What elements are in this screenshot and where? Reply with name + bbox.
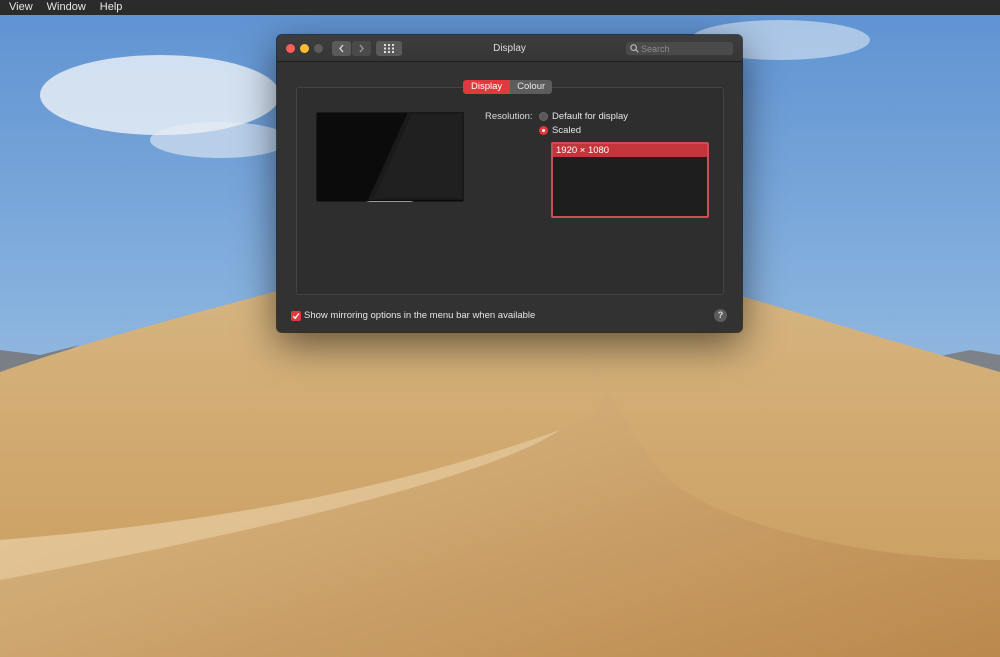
menu-help[interactable]: Help <box>93 0 130 15</box>
search-icon <box>630 44 639 53</box>
menu-window[interactable]: Window <box>40 0 93 15</box>
radio-button[interactable] <box>539 112 548 121</box>
tab-display[interactable]: Display <box>463 80 511 94</box>
display-preferences-window: Display Display Colour Resolution: Defau… <box>277 35 742 332</box>
resolution-label: Resolution: <box>485 111 533 122</box>
display-monitor-image <box>316 112 464 202</box>
search-input[interactable] <box>641 42 729 55</box>
mirroring-option[interactable]: Show mirroring options in the menu bar w… <box>291 310 535 321</box>
menu-view[interactable]: View <box>0 0 40 15</box>
mirroring-checkbox[interactable] <box>291 310 301 321</box>
help-icon[interactable]: ? <box>714 309 727 322</box>
resolution-list[interactable]: 1920 × 1080 <box>551 142 709 218</box>
radio-default-for-display[interactable]: Default for display <box>539 111 628 122</box>
menu-bar: View Window Help <box>0 0 1000 15</box>
tab-bar: Display Colour <box>463 80 553 94</box>
tab-colour[interactable]: Colour <box>510 80 553 94</box>
radio-scaled-label: Scaled <box>552 125 582 136</box>
title-bar[interactable]: Display <box>277 35 742 62</box>
radio-scaled[interactable]: Scaled <box>539 125 581 136</box>
list-item[interactable]: 1920 × 1080 <box>553 144 707 157</box>
mirroring-label: Show mirroring options in the menu bar w… <box>304 310 536 321</box>
search-field[interactable] <box>625 41 734 56</box>
checkmark-icon <box>292 312 300 319</box>
radio-button-selected[interactable] <box>539 126 548 135</box>
radio-default-label: Default for display <box>552 111 629 122</box>
